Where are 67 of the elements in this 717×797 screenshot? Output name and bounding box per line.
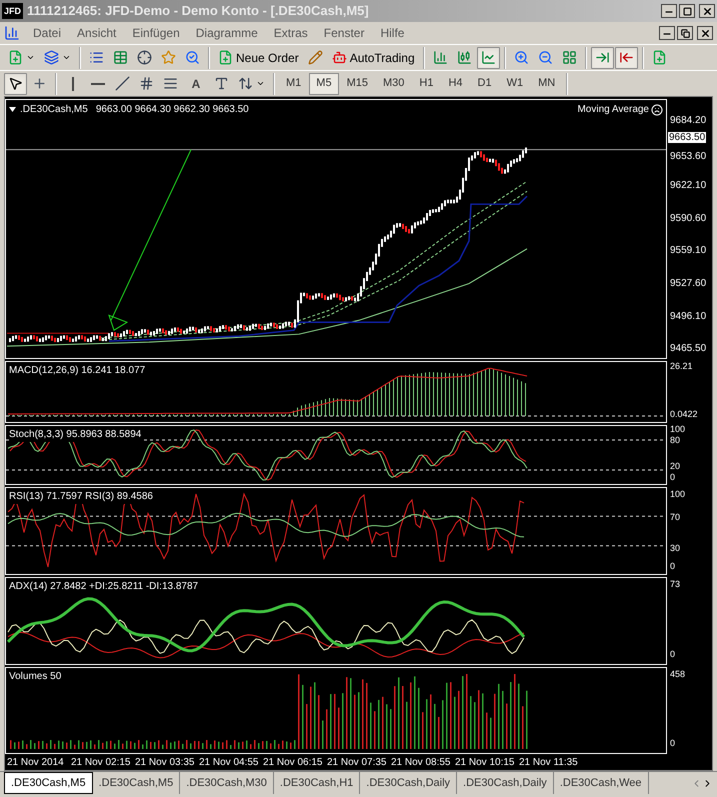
chart-tab[interactable]: .DE30Cash,M5 <box>92 772 180 794</box>
time-label: 21 Nov 06:15 <box>263 756 324 770</box>
axis-label: 26.21 <box>670 361 693 371</box>
chart-tab[interactable]: .DE30Cash,Daily <box>457 772 554 794</box>
window-title: 1111212465: JFD-Demo - Demo Konto - [.DE30Cash,M5] <box>27 2 369 20</box>
axis-label: 0.0422 <box>670 409 698 420</box>
new-order-button[interactable]: Neue Order <box>214 46 303 68</box>
indicator-label: MACD(12,26,9) 16.241 18.077 <box>9 363 146 378</box>
timeframe-button[interactable]: D1 <box>470 72 499 94</box>
ohlc-values: 9663.00 9664.30 9662.30 9663.50 <box>96 103 249 117</box>
timeframe-button[interactable]: M15 <box>340 72 375 94</box>
axis-label: 0 <box>670 649 676 660</box>
time-label: 21 Nov 07:35 <box>327 756 388 770</box>
time-label: 21 Nov 11:35 <box>519 756 579 770</box>
app-logo: JFD <box>2 3 24 19</box>
price-label: 9465.50 <box>670 343 706 356</box>
axis-label: 100 <box>670 488 686 499</box>
axis-label: 80 <box>670 434 680 445</box>
timeframe-button[interactable]: W1 <box>500 72 530 94</box>
menu-item[interactable]: Ansicht <box>70 24 124 42</box>
price-label: 9559.10 <box>670 245 706 258</box>
price-label: 9527.60 <box>670 278 706 290</box>
time-label: 21 Nov 04:55 <box>199 756 260 770</box>
price-label: 9653.60 <box>670 150 706 163</box>
axis-label: 0 <box>670 560 676 571</box>
timeframe-button[interactable]: M5 <box>309 72 339 94</box>
menu-item[interactable]: Fenster <box>316 24 372 42</box>
chart-tab[interactable]: .DE30Cash,M5 <box>4 772 93 794</box>
axis-label: 0 <box>670 738 676 748</box>
axis-label: 20 <box>670 461 680 471</box>
timeframe-button[interactable]: H4 <box>441 72 470 94</box>
timeframe-button[interactable]: M1 <box>279 72 308 94</box>
time-label: 21 Nov 2014 <box>7 756 65 770</box>
chart-tab[interactable]: .DE30Cash,Daily <box>360 772 458 794</box>
chart-tab[interactable]: .DE30Cash,M30 <box>180 772 274 794</box>
time-label: 21 Nov 02:15 <box>71 756 132 770</box>
timeframe-button[interactable]: M30 <box>376 72 412 94</box>
menu-item[interactable]: Einfügen <box>125 24 187 42</box>
text-tool-button[interactable]: A <box>183 72 209 94</box>
axis-label: 70 <box>670 512 680 522</box>
indicator-label: ADX(14) 27.8482 +DI:25.8211 -DI:13.8787 <box>9 579 198 594</box>
price-label: 9684.20 <box>670 115 706 127</box>
menu-item[interactable]: Datei <box>26 24 68 42</box>
current-price-label: 9663.50 <box>668 132 706 143</box>
price-label: 9622.10 <box>670 180 706 192</box>
axis-label: 30 <box>670 543 680 554</box>
auto-trading-button[interactable]: AutoTrading <box>328 46 419 68</box>
timeframe-button[interactable]: MN <box>531 72 562 94</box>
time-label: 21 Nov 03:35 <box>135 756 196 770</box>
chart-symbol: .DE30Cash,M5 <box>20 103 88 117</box>
timeframe-button[interactable]: H1 <box>412 72 440 94</box>
indicator-label: Stoch(8,3,3) 95.8963 88.5894 <box>9 427 142 442</box>
menu-item[interactable]: Diagramme <box>188 24 265 42</box>
axis-label: 100 <box>670 424 686 434</box>
chart-tab[interactable]: .DE30Cash,H1 <box>274 772 360 794</box>
axis-label: 73 <box>670 578 680 589</box>
menu-item[interactable]: Extras <box>266 24 315 42</box>
time-label: 21 Nov 08:55 <box>391 756 452 770</box>
axis-label: 458 <box>670 668 686 679</box>
axis-label: 0 <box>670 472 676 482</box>
price-label: 9496.10 <box>670 310 706 323</box>
time-label: 21 Nov 10:15 <box>455 756 516 770</box>
indicator-label: RSI(13) 71.7597 RSI(3) 89.4586 <box>9 489 153 504</box>
menu-item[interactable]: Hilfe <box>373 24 412 42</box>
expert-advisor-name: Moving Average <box>577 103 649 117</box>
price-label: 9590.60 <box>670 212 706 225</box>
chart-tab[interactable]: .DE30Cash,Wee <box>554 772 649 794</box>
